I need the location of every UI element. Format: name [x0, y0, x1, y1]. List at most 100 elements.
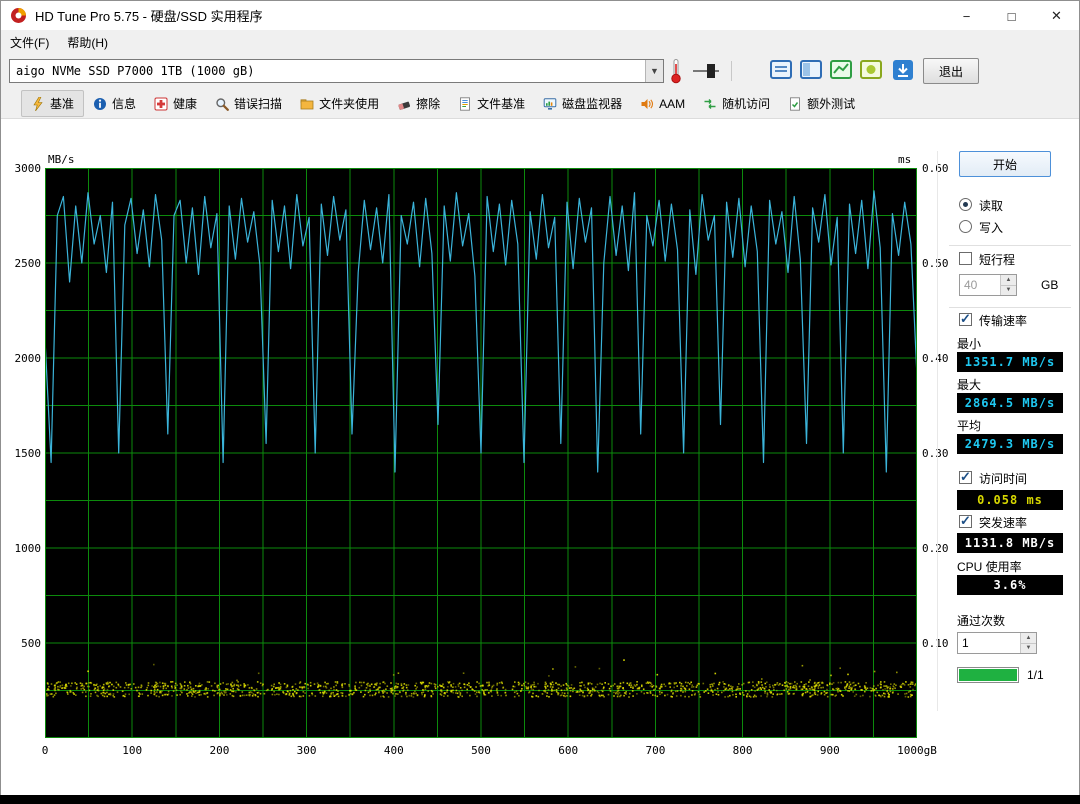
tab-info[interactable]: 信息: [84, 91, 145, 116]
maximize-button[interactable]: □: [989, 1, 1034, 31]
eraser-icon: [398, 101, 411, 110]
min-label: 最小: [957, 337, 982, 351]
y-left-unit-label: MB/s: [48, 153, 75, 166]
burst-rate-label: 突发速率: [979, 516, 1028, 530]
max-value-box: 2864.5 MB/s: [957, 393, 1063, 413]
menu-file[interactable]: 文件(F): [1, 31, 58, 54]
tab-bar: 基准 信息 健康 错误扫描 文件夹使用 擦除 文件基准 磁盘监视器 AAM 随机…: [1, 89, 1079, 119]
monitor-icon: [543, 97, 557, 110]
axis-tick-label: 0.30: [922, 447, 949, 460]
short-stroke-spinner[interactable]: 40 ▲ ▼: [959, 274, 1017, 296]
short-stroke-value: 40: [964, 278, 978, 292]
window-title: HD Tune Pro 5.75 - 硬盘/SSD 实用程序: [35, 9, 263, 24]
avg-label: 平均: [957, 419, 982, 433]
axis-tick-label: 200: [209, 744, 230, 757]
axis-tick-label: 500: [21, 637, 41, 650]
short-stroke-unit-label: GB: [1041, 278, 1059, 292]
tab-file-benchmark[interactable]: 文件基准: [449, 91, 534, 116]
burst-rate-checkbox[interactable]: [959, 513, 972, 529]
tab-health[interactable]: 健康: [145, 91, 206, 116]
tab-label: 基准: [50, 97, 75, 111]
min-value-box: 1351.7 MB/s: [957, 352, 1063, 372]
tab-disk-monitor[interactable]: 磁盘监视器: [534, 91, 631, 116]
burst-rate-value-box: 1131.8 MB/s: [957, 533, 1063, 553]
short-stroke-label: 短行程: [979, 253, 1016, 267]
drive-selector-value: aigo NVMe SSD P7000 1TB (1000 gB): [16, 64, 255, 78]
read-radio-label: 读取: [979, 199, 1004, 213]
temperature-icon: [669, 58, 683, 84]
shuffle-icon: [704, 98, 716, 109]
write-radio-label: 写入: [979, 221, 1004, 235]
tab-error-scan[interactable]: 错误扫描: [206, 91, 291, 116]
progress-label: 1/1: [1027, 668, 1044, 682]
exit-button[interactable]: 退出: [923, 58, 979, 84]
temperature-slider-icon[interactable]: [691, 59, 721, 83]
tab-folder-usage[interactable]: 文件夹使用: [291, 91, 388, 116]
axis-tick-label: 0: [41, 744, 49, 757]
start-button[interactable]: 开始: [959, 151, 1051, 177]
axis-tick-label: 100: [122, 744, 143, 757]
split-view-icon[interactable]: [799, 58, 823, 82]
tab-label: 额外测试: [807, 97, 856, 111]
axis-tick-label: 3000: [14, 162, 42, 175]
text-view-icon[interactable]: [769, 58, 793, 82]
menu-help[interactable]: 帮助(H): [58, 31, 117, 54]
panel-separator: [949, 245, 1071, 246]
tab-erase[interactable]: 擦除: [388, 91, 449, 116]
tab-label: 文件夹使用: [319, 97, 380, 111]
info-icon: [94, 97, 107, 110]
read-radio[interactable]: [959, 198, 972, 211]
axis-tick-label: 0.10: [922, 637, 949, 650]
axis-tick-label: 800: [732, 744, 753, 757]
transfer-rate-checkbox[interactable]: [959, 311, 972, 327]
tab-extra-tests[interactable]: 额外测试: [779, 91, 864, 116]
panel-separator: [949, 307, 1071, 308]
tab-aam[interactable]: AAM: [631, 93, 694, 115]
progress-bar-fill: [959, 669, 1017, 681]
drive-selector[interactable]: aigo NVMe SSD P7000 1TB (1000 gB) ▼: [9, 59, 664, 83]
magnifier-icon: [216, 97, 229, 111]
axis-tick-label: 600: [558, 744, 579, 757]
close-button[interactable]: ✕: [1034, 1, 1079, 31]
chevron-down-icon[interactable]: ▼: [645, 60, 663, 82]
document-icon: [460, 96, 471, 111]
max-label: 最大: [957, 378, 982, 392]
axis-tick-label: 0.60: [922, 162, 949, 175]
axis-tick-label: 900: [819, 744, 840, 757]
spin-up-icon[interactable]: ▲: [1021, 633, 1036, 644]
minimize-button[interactable]: −: [944, 1, 989, 31]
axis-tick-label: 1000: [14, 542, 42, 555]
spin-down-icon[interactable]: ▼: [1001, 285, 1016, 295]
extra-tests-icon: [790, 96, 801, 111]
panel-separator: [937, 151, 938, 711]
spin-down-icon[interactable]: ▼: [1021, 643, 1036, 653]
tab-label: 错误扫描: [234, 97, 283, 111]
cpu-usage-label: CPU 使用率: [957, 560, 1022, 574]
tab-benchmark[interactable]: 基准: [21, 90, 85, 117]
axis-tick-label: 0.50: [922, 257, 949, 270]
app-icon: [11, 8, 26, 23]
tab-label: 擦除: [416, 97, 441, 111]
short-stroke-checkbox[interactable]: [959, 252, 972, 265]
cpu-usage-value-box: 3.6%: [957, 575, 1063, 595]
folder-icon: [300, 98, 314, 109]
transfer-rate-label: 传输速率: [979, 314, 1028, 328]
tab-label: AAM: [659, 96, 686, 111]
y-right-unit-label: ms: [898, 153, 912, 166]
save-export-icon[interactable]: [891, 58, 915, 82]
write-radio[interactable]: [959, 220, 972, 233]
axis-tick-label: 700: [645, 744, 666, 757]
copy-screenshot-icon[interactable]: [859, 58, 883, 82]
tab-random-access[interactable]: 随机访问: [694, 91, 779, 116]
graph-view-icon[interactable]: [829, 58, 853, 82]
tab-label: 信息: [112, 97, 137, 111]
pass-count-spinner[interactable]: 1 ▲ ▼: [957, 632, 1037, 654]
spin-up-icon[interactable]: ▲: [1001, 275, 1016, 286]
access-time-value-box: 0.058 ms: [957, 490, 1063, 510]
pass-count-label: 通过次数: [957, 614, 1006, 628]
access-time-checkbox[interactable]: [959, 469, 972, 485]
toolbar-separator: [731, 61, 732, 81]
axis-tick-label: 500: [471, 744, 491, 757]
access-time-label: 访问时间: [979, 472, 1028, 486]
axis-tick-label: 400: [383, 744, 404, 757]
